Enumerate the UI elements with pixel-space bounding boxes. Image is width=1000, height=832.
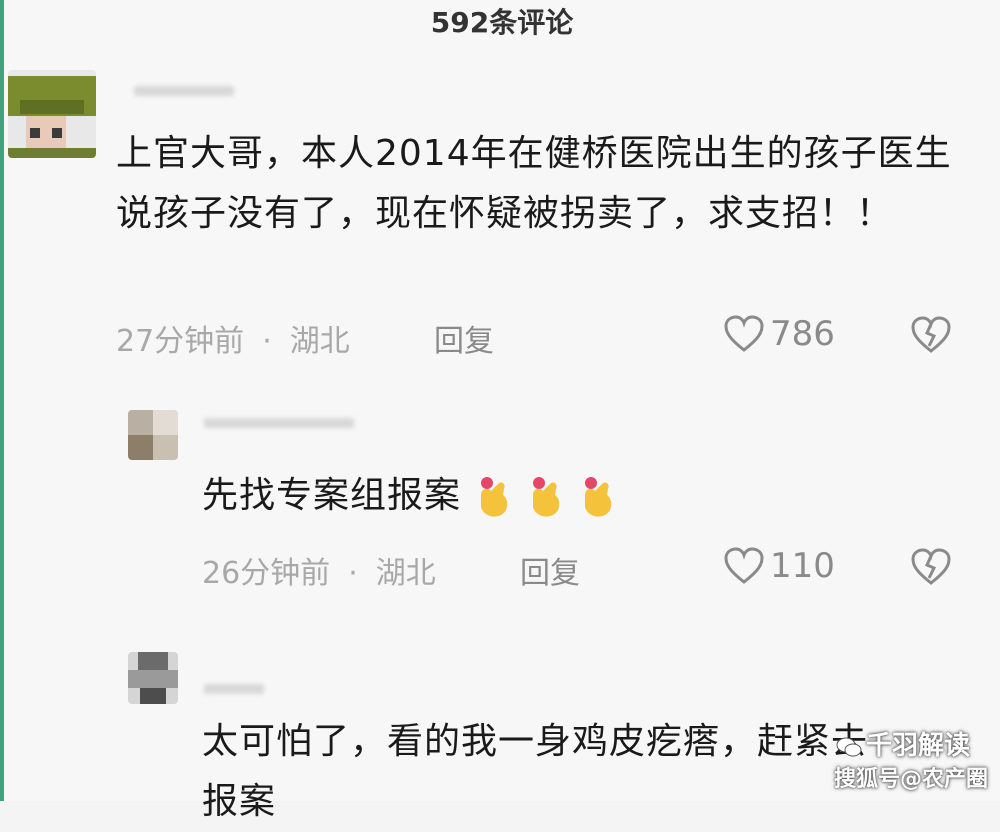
comment-text: 上官大哥，本人2014年在健桥医院出生的孩子医生说孩子没有了，现在怀疑被拐卖了，… bbox=[116, 133, 952, 234]
reply-button[interactable]: 回复 bbox=[434, 316, 494, 360]
like-button[interactable]: 786 bbox=[724, 314, 835, 354]
watermark: 千羽解读 搜狐号@农产圈 bbox=[798, 725, 988, 795]
watermark-line1-text: 千羽解读 bbox=[865, 731, 970, 761]
comments-count-title: 592条评论 bbox=[430, 6, 574, 39]
heart-outline-icon bbox=[724, 315, 764, 352]
username-blurred[interactable] bbox=[204, 684, 264, 694]
like-count: 786 bbox=[770, 314, 835, 354]
watermark-line2: 搜狐号@农产圈 bbox=[833, 767, 988, 792]
heart-outline-icon bbox=[724, 547, 764, 584]
comment-text: 先找专案组报案 bbox=[202, 466, 922, 526]
broken-heart-icon bbox=[911, 316, 951, 353]
comment-location: 湖北 bbox=[289, 324, 350, 359]
avatar[interactable] bbox=[128, 410, 178, 460]
comment-meta: 27分钟前 · 湖北 bbox=[116, 316, 350, 360]
meta-separator: · bbox=[348, 556, 358, 591]
avatar[interactable] bbox=[128, 652, 178, 704]
meta-separator: · bbox=[262, 324, 272, 359]
like-button[interactable]: 110 bbox=[724, 546, 835, 586]
wechat-icon bbox=[836, 737, 862, 756]
comments-panel[interactable]: 592条评论 上官大哥，本人2014年在健桥医院出生的孩子医生说孩子没有了，现在… bbox=[4, 0, 1000, 822]
fingers-crossed-emoji bbox=[461, 475, 617, 517]
username-blurred[interactable] bbox=[204, 418, 354, 428]
dislike-button[interactable] bbox=[910, 316, 952, 358]
comment-text: 太可怕了，看的我一身鸡皮疙瘩，赶紧去报案 bbox=[202, 721, 869, 822]
like-count: 110 bbox=[770, 546, 835, 586]
watermark-line1: 千羽解读 bbox=[836, 725, 970, 762]
broken-heart-icon bbox=[911, 548, 951, 585]
comment-text-content: 先找专案组报案 bbox=[202, 475, 462, 516]
comment-location: 湖北 bbox=[375, 556, 436, 591]
comment-time: 27分钟前 bbox=[116, 324, 245, 359]
avatar[interactable] bbox=[8, 70, 96, 158]
reply-button[interactable]: 回复 bbox=[520, 548, 580, 592]
comment-time: 26分钟前 bbox=[202, 556, 331, 591]
dislike-button[interactable] bbox=[910, 548, 952, 590]
username-blurred[interactable] bbox=[134, 86, 234, 96]
comment-meta: 26分钟前 · 湖北 bbox=[202, 548, 436, 592]
